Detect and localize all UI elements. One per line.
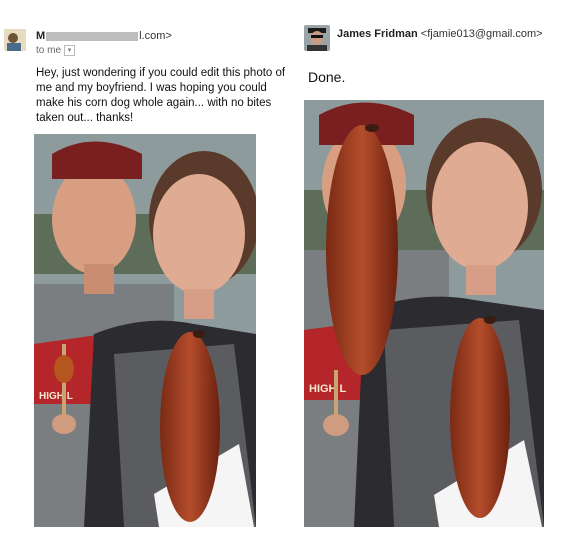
recipient-label: to me <box>36 45 62 57</box>
right-sender-avatar <box>304 25 330 51</box>
left-sender-line: Ml.com> <box>36 30 172 42</box>
left-recipient[interactable]: to me ▾ <box>36 45 76 57</box>
person-avatar-icon <box>304 25 330 51</box>
right-sender-name: James Fridman <box>337 28 418 40</box>
left-attached-photo: HIGH L <box>34 134 256 527</box>
left-message-body: Hey, just wondering if you could edit th… <box>36 67 286 124</box>
right-sender-email: <fjamie013@gmail.com> <box>420 28 543 40</box>
shirt-print-text: HIGH L <box>39 391 73 402</box>
right-message-body: Done. <box>308 69 346 85</box>
right-sender-line: James Fridman <fjamie013@gmail.com> <box>337 28 543 40</box>
left-sender-avatar <box>4 29 26 51</box>
chevron-down-icon[interactable]: ▾ <box>64 45 76 56</box>
right-attached-photo: HIGH L ill <box>304 100 544 527</box>
shirt-print-text: HIGH L <box>309 383 347 395</box>
redacted-block <box>46 31 139 41</box>
left-sender-email: l.com> <box>139 30 172 42</box>
person-avatar-icon <box>4 29 26 51</box>
left-sender-name: M <box>36 30 46 42</box>
